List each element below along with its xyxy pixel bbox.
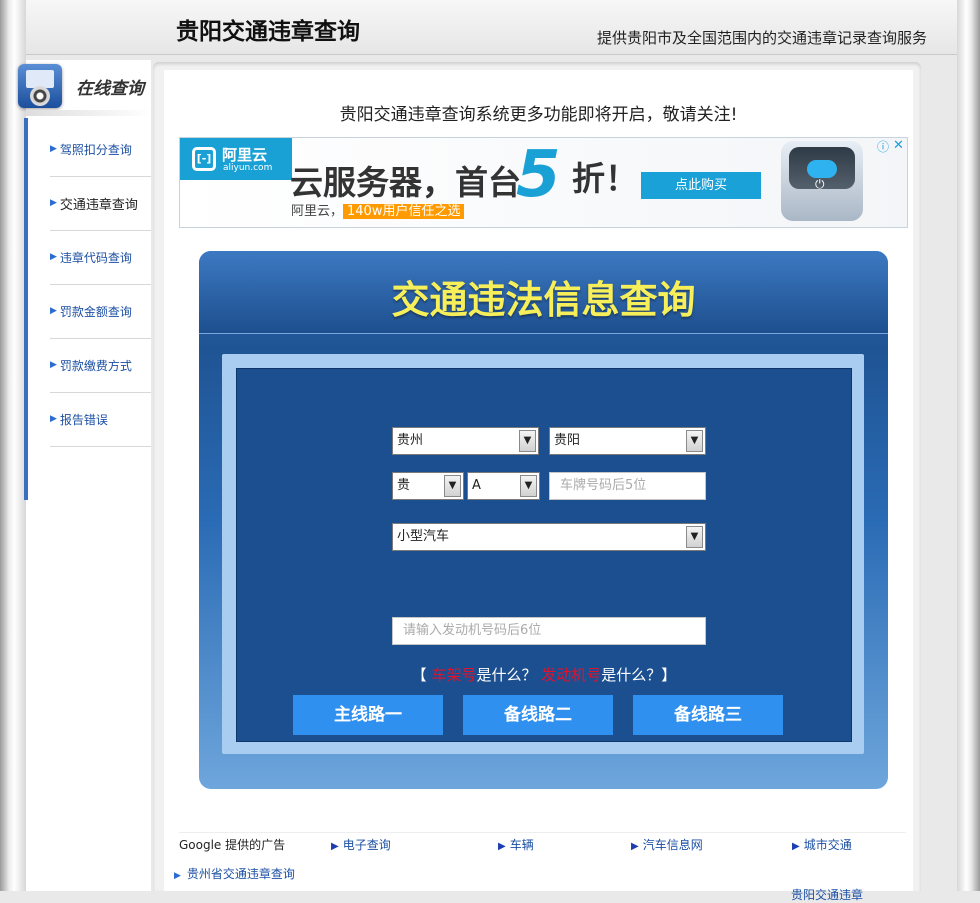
vehicle-type-select[interactable]: 小型汽车 ▼ — [392, 523, 706, 551]
main-inner: 贵阳交通违章查询系统更多功能即将开启，敬请关注! [-] 阿里云 aliyun.… — [164, 70, 913, 902]
arrow-right-icon: ▶ — [50, 360, 57, 370]
sidebar-item-label: 驾照扣分查询 — [59, 142, 132, 157]
ad-link-label: 城市交通 — [803, 838, 852, 852]
ad-brand-sub: aliyun.com — [223, 163, 273, 173]
triangle-right-icon: ▶ — [498, 841, 506, 852]
chevron-down-icon: ▼ — [520, 475, 537, 497]
query-form: 贵州 ▼ 贵阳 ▼ 贵 ▼ A ▼ 车牌号码后5位 小型汽车 ▼ 请输入发动机号… — [236, 368, 852, 742]
left-frame — [0, 0, 26, 891]
ad-suffix: 折！ — [572, 159, 638, 198]
sidebar-item-violation-code[interactable]: ▶ 违章代码查询 — [50, 230, 151, 285]
right-frame — [957, 0, 980, 891]
plate-letter-value: A — [472, 478, 481, 493]
bottom-link-label: 贵州省交通违章查询 — [186, 867, 295, 881]
sidebar-item-label: 违章代码查询 — [59, 250, 132, 265]
sidebar-item-label: 报告错误 — [59, 412, 108, 427]
sidebar: 在线查询 ▶ 驾照扣分查询 ▶ 交通违章查询 ▶ 违章代码查询 ▶ 罚款金额查询… — [18, 60, 151, 891]
ad-banner[interactable]: [-] 阿里云 aliyun.com 云服务器，首台 5 折！ 阿里云， 140w… — [179, 137, 908, 228]
plate-letter-select[interactable]: A ▼ — [467, 472, 540, 500]
ad-info-icon[interactable]: ⓘ — [877, 138, 889, 155]
chevron-down-icon: ▼ — [686, 430, 703, 452]
main-content: 贵阳交通违章查询系统更多功能即将开启，敬请关注! [-] 阿里云 aliyun.… — [153, 62, 921, 902]
sidebar-item-license-points[interactable]: ▶ 驾照扣分查询 — [50, 122, 151, 177]
triangle-right-icon: ▶ — [174, 871, 181, 881]
sidebar-item-traffic-violation[interactable]: ▶ 交通违章查询 — [50, 176, 151, 231]
ad-big-number: 5 — [516, 138, 561, 212]
help-bracket-open: 【 — [411, 666, 427, 684]
sidebar-accent-bar — [24, 118, 28, 500]
query-title: 交通违法信息查询 — [391, 278, 696, 322]
sidebar-header: 在线查询 — [14, 60, 150, 112]
province-value: 贵州 — [397, 433, 424, 448]
vehicle-type-value: 小型汽车 — [397, 529, 450, 544]
plate-prefix-select[interactable]: 贵 ▼ — [392, 472, 464, 500]
query-form-frame: 贵州 ▼ 贵阳 ▼ 贵 ▼ A ▼ 车牌号码后5位 小型汽车 ▼ 请输入发动机号… — [222, 354, 864, 754]
aliyun-logo-icon: [-] — [192, 147, 216, 171]
ad-link-car-info[interactable]: ▶ 汽车信息网 — [631, 836, 703, 853]
engine-help-link[interactable]: 发动机号 — [541, 666, 601, 684]
query-panel-header: 交通违法信息查询 — [199, 251, 888, 334]
sidebar-divider — [26, 110, 151, 116]
help-text: 【 车架号是什么？ 发动机号是什么？】 — [237, 664, 851, 685]
ad-link-label: 车辆 — [509, 838, 534, 852]
ad-brand: 阿里云 — [222, 146, 268, 164]
route-1-button[interactable]: 主线路一 — [293, 695, 443, 735]
site-tagline: 提供贵阳市及全国范围内的交通违章记录查询服务 — [596, 29, 927, 47]
engine-number-input[interactable]: 请输入发动机号码后6位 — [392, 617, 706, 645]
chevron-down-icon: ▼ — [444, 475, 461, 497]
aliyun-logo: [-] 阿里云 aliyun.com — [180, 138, 292, 180]
guiyang-violation-link[interactable]: 贵阳交通违章 — [791, 886, 863, 903]
sidebar-item-report-error[interactable]: ▶ 报告错误 — [50, 392, 151, 447]
cloud-server-icon: ⏻ — [781, 141, 863, 221]
triangle-right-icon: ▶ — [331, 841, 339, 852]
sidebar-item-label: 罚款缴费方式 — [59, 358, 132, 373]
ad-link-vehicle[interactable]: ▶ 车辆 — [498, 836, 534, 853]
city-select[interactable]: 贵阳 ▼ — [549, 427, 706, 455]
plate-number-input[interactable]: 车牌号码后5位 — [549, 472, 706, 500]
arrow-right-icon: ▶ — [50, 198, 57, 208]
arrow-right-icon: ▶ — [50, 414, 57, 424]
arrow-right-icon: ▶ — [50, 144, 57, 154]
arrow-right-icon: ▶ — [50, 306, 57, 316]
triangle-right-icon: ▶ — [631, 841, 639, 852]
ad-link-label: 汽车信息网 — [642, 838, 703, 852]
query-panel: 交通违法信息查询 贵州 ▼ 贵阳 ▼ 贵 ▼ A ▼ 车牌号码后5位 小型汽车 … — [199, 251, 888, 789]
route-2-button[interactable]: 备线路二 — [463, 695, 613, 735]
sidebar-item-label: 罚款金额查询 — [59, 304, 132, 319]
vin-help-link[interactable]: 车架号 — [431, 666, 476, 684]
chevron-down-icon: ▼ — [519, 430, 536, 452]
guizhou-violation-link[interactable]: ▶ 贵州省交通违章查询 — [174, 865, 295, 882]
triangle-right-icon: ▶ — [792, 841, 800, 852]
ad-link-label: 电子查询 — [342, 838, 391, 852]
sidebar-title: 在线查询 — [76, 79, 144, 99]
ad-sub-highlight: 140w用户信任之选 — [343, 204, 465, 219]
site-title: 贵阳交通违章查询 — [176, 19, 360, 45]
bottom-links: ▶ 贵州省交通违章查询 贵阳交通违章 — [174, 858, 906, 902]
ad-sub-prefix: 阿里云， — [291, 204, 344, 219]
help-question-2: 是什么？】 — [601, 666, 677, 684]
ad-headline: 云服务器，首台 — [290, 163, 521, 202]
help-question-1: 是什么？ — [476, 666, 537, 684]
ad-buy-button[interactable]: 点此购买 — [641, 172, 761, 199]
sidebar-item-label: 交通违章查询 — [59, 197, 138, 213]
online-query-icon — [18, 64, 62, 108]
plate-prefix-value: 贵 — [397, 478, 411, 493]
city-value: 贵阳 — [554, 433, 581, 448]
ad-link-city-traffic[interactable]: ▶ 城市交通 — [792, 836, 852, 853]
chevron-down-icon: ▼ — [686, 526, 703, 548]
ad-subline: 阿里云， 140w用户信任之选 — [291, 200, 465, 219]
route-3-button[interactable]: 备线路三 — [633, 695, 783, 735]
province-select[interactable]: 贵州 ▼ — [392, 427, 539, 455]
arrow-right-icon: ▶ — [50, 252, 57, 262]
ad-link-electronic-query[interactable]: ▶ 电子查询 — [331, 836, 391, 853]
sidebar-item-fine-amount[interactable]: ▶ 罚款金额查询 — [50, 284, 151, 339]
ad-close-icon[interactable]: ✕ — [893, 138, 904, 153]
google-ad-links: Google 提供的广告 ▶ 电子查询 ▶ 车辆 ▶ 汽车信息网 ▶ 城市交通 — [179, 832, 906, 855]
header: 贵阳交通违章查询 提供贵阳市及全国范围内的交通违章记录查询服务 — [26, 0, 957, 55]
notice-text: 贵阳交通违章查询系统更多功能即将开启，敬请关注! — [339, 105, 738, 125]
sidebar-item-payment-method[interactable]: ▶ 罚款缴费方式 — [50, 338, 151, 393]
google-ad-label: Google 提供的广告 — [179, 838, 286, 852]
